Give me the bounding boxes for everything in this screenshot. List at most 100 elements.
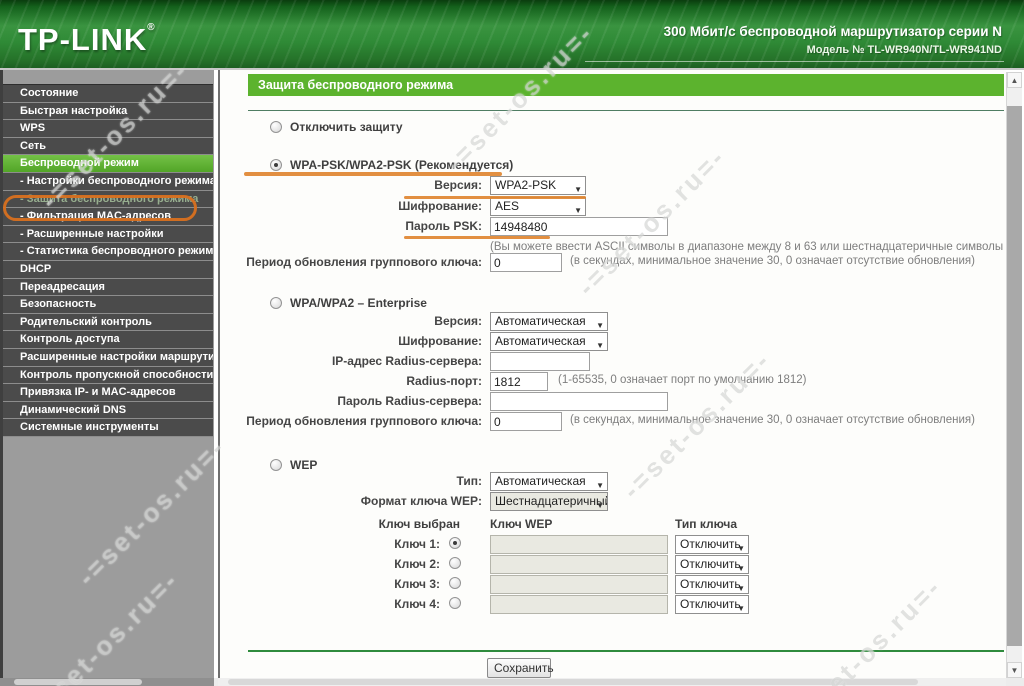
product-tagline: 300 Мбит/с беспроводной маршрутизатор се…	[663, 24, 1002, 39]
radius-password-input[interactable]	[490, 392, 668, 411]
scroll-down-icon[interactable]: ▼	[1007, 662, 1022, 678]
sidebar-item[interactable]: Сеть	[3, 137, 213, 156]
radio-wpa-psk[interactable]	[270, 159, 282, 171]
psk-password-note: (Вы можете ввести ASCII символы в диапаз…	[490, 241, 1004, 253]
wep-key-radio[interactable]	[449, 577, 461, 589]
header: TP-LINK® 300 Мбит/с беспроводной маршрут…	[0, 0, 1024, 70]
ent-group-key-note: (в секундах, минимальное значение 30, 0 …	[570, 414, 975, 426]
radius-port-label: Radius-порт:	[406, 374, 482, 388]
wep-key-input[interactable]	[490, 535, 668, 554]
wpa-encryption-label: Шифрование:	[398, 199, 482, 213]
wep-key-input[interactable]	[490, 555, 668, 574]
wep-type-label: Тип:	[456, 474, 483, 488]
sidebar-item-sub[interactable]: - Защита беспроводного режима	[3, 190, 213, 209]
sidebar-item[interactable]: Быстрая настройка	[3, 102, 213, 121]
wep-key-radio[interactable]	[449, 537, 461, 549]
sidebar-item-sub[interactable]: - Статистика беспроводного режима	[3, 243, 213, 261]
sidebar-item[interactable]: Динамический DNS	[3, 401, 213, 420]
title-divider	[248, 110, 1004, 111]
wep-key-input[interactable]	[490, 595, 668, 614]
ent-version-label: Версия:	[434, 314, 482, 328]
ent-group-key-label: Период обновления группового ключа:	[246, 414, 482, 428]
annotation-underline-psk-password	[404, 236, 550, 239]
wep-key-label: Ключ 2:	[394, 557, 440, 571]
sidebar-item[interactable]: Переадресация	[3, 278, 213, 297]
registered-mark-icon: ®	[147, 22, 156, 33]
wpa-version-select[interactable]: WPA2-PSK	[490, 176, 586, 195]
wep-key-type-select[interactable]: Отключить	[675, 555, 749, 574]
bottom-divider	[248, 650, 1004, 652]
disable-security-label: Отключить защиту	[290, 120, 403, 134]
sidebar-hscroll-track	[0, 678, 214, 686]
annotation-underline-wpa-psk	[244, 172, 502, 176]
radius-port-note: (1-65535, 0 означает порт по умолчанию 1…	[558, 374, 807, 386]
wep-key-radio[interactable]	[449, 557, 461, 569]
sidebar-item[interactable]: Системные инструменты	[3, 419, 213, 437]
sidebar-menu: Состояние Быстрая настройка WPS Сеть Беспров…	[3, 84, 213, 437]
radio-enterprise[interactable]	[270, 297, 282, 309]
vertical-scrollbar-thumb[interactable]	[1007, 106, 1022, 646]
wep-key-label: Ключ 1:	[394, 537, 440, 551]
sidebar-item-sub[interactable]: - Расширенные настройки	[3, 225, 213, 244]
wpa-version-label: Версия:	[434, 178, 482, 192]
radius-port-input[interactable]	[490, 372, 548, 391]
col-key-selected: Ключ выбран	[378, 517, 460, 531]
wep-key-type-select[interactable]: Отключить	[675, 595, 749, 614]
tp-link-logo: TP-LINK®	[18, 22, 156, 57]
wep-key-type-select[interactable]: Отключить	[675, 535, 749, 554]
psk-password-label: Пароль PSK:	[405, 219, 482, 233]
ent-group-key-input[interactable]	[490, 412, 562, 431]
header-product-info: 300 Мбит/с беспроводной маршрутизатор се…	[664, 24, 1002, 56]
sidebar-item[interactable]: Расширенные настройки маршрутизации	[3, 348, 213, 367]
sidebar-item[interactable]: WPS	[3, 120, 213, 138]
model-number: Модель № TL-WR940N/TL-WR941ND	[806, 44, 1002, 56]
wep-key-input[interactable]	[490, 575, 668, 594]
wpa-group-key-note: (в секундах, минимальное значение 30, 0 …	[570, 255, 975, 267]
save-button[interactable]: Сохранить	[487, 658, 554, 678]
ent-version-select[interactable]: Автоматическая	[490, 312, 608, 331]
ent-encryption-select[interactable]: Автоматическая	[490, 332, 608, 351]
col-key-type: Тип ключа	[675, 517, 738, 531]
sidebar: Состояние Быстрая настройка WPS Сеть Беспров…	[0, 70, 214, 678]
sidebar-item[interactable]: Контроль доступа	[3, 331, 213, 349]
ent-encryption-label: Шифрование:	[398, 334, 482, 348]
psk-password-input[interactable]	[490, 217, 668, 236]
sidebar-item[interactable]: Состояние	[3, 85, 213, 103]
sidebar-item[interactable]: Привязка IP- и MAC-адресов	[3, 384, 213, 402]
wep-key-radio[interactable]	[449, 597, 461, 609]
wep-key-label: Ключ 4:	[394, 597, 440, 611]
wep-format-label: Формат ключа WEP:	[360, 494, 482, 508]
radius-password-label: Пароль Radius-сервера:	[337, 394, 482, 408]
wpa-group-key-label: Период обновления группового ключа:	[246, 255, 482, 269]
radio-wep[interactable]	[270, 459, 282, 471]
wpa-psk-label: WPA-PSK/WPA2-PSK (Рекомендуется)	[290, 158, 514, 172]
sidebar-hscroll-thumb[interactable]	[14, 679, 142, 685]
radio-disable-security[interactable]	[270, 121, 282, 133]
content-hscroll-track	[218, 678, 1006, 686]
page-title: Защита беспроводного режима	[248, 74, 1004, 96]
main-content: Защита беспроводного режима Отключить за…	[218, 70, 1006, 678]
header-divider	[585, 61, 1004, 62]
sidebar-item[interactable]: Беспроводной режим	[3, 155, 213, 173]
radius-ip-input[interactable]	[490, 352, 590, 371]
scroll-up-icon[interactable]: ▲	[1007, 72, 1022, 88]
wep-type-select[interactable]: Автоматическая	[490, 472, 608, 491]
enterprise-label: WPA/WPA2 – Enterprise	[290, 296, 427, 310]
sidebar-item-sub[interactable]: - Настройки беспроводного режима	[3, 172, 213, 191]
sidebar-item[interactable]: DHCP	[3, 260, 213, 279]
wep-key-type-select[interactable]: Отключить	[675, 575, 749, 594]
sidebar-item-sub[interactable]: - Фильтрация MAC-адресов	[3, 208, 213, 226]
wpa-group-key-input[interactable]	[490, 253, 562, 272]
sidebar-item[interactable]: Контроль пропускной способности	[3, 366, 213, 385]
content-hscroll-thumb[interactable]	[228, 679, 918, 685]
radius-ip-label: IP-адрес Radius-сервера:	[331, 354, 482, 368]
sidebar-item[interactable]: Родительский контроль	[3, 313, 213, 332]
wep-label: WEP	[290, 458, 318, 472]
col-key-wep: Ключ WEP	[490, 517, 553, 531]
wep-key-label: Ключ 3:	[394, 577, 440, 591]
wep-format-select[interactable]: Шестнадцатеричный	[490, 492, 608, 511]
router-admin-page: TP-LINK® 300 Мбит/с беспроводной маршрут…	[0, 0, 1024, 686]
wpa-encryption-select[interactable]: AES	[490, 197, 586, 216]
horizontal-scrollbar	[0, 678, 1024, 686]
sidebar-item[interactable]: Безопасность	[3, 296, 213, 314]
